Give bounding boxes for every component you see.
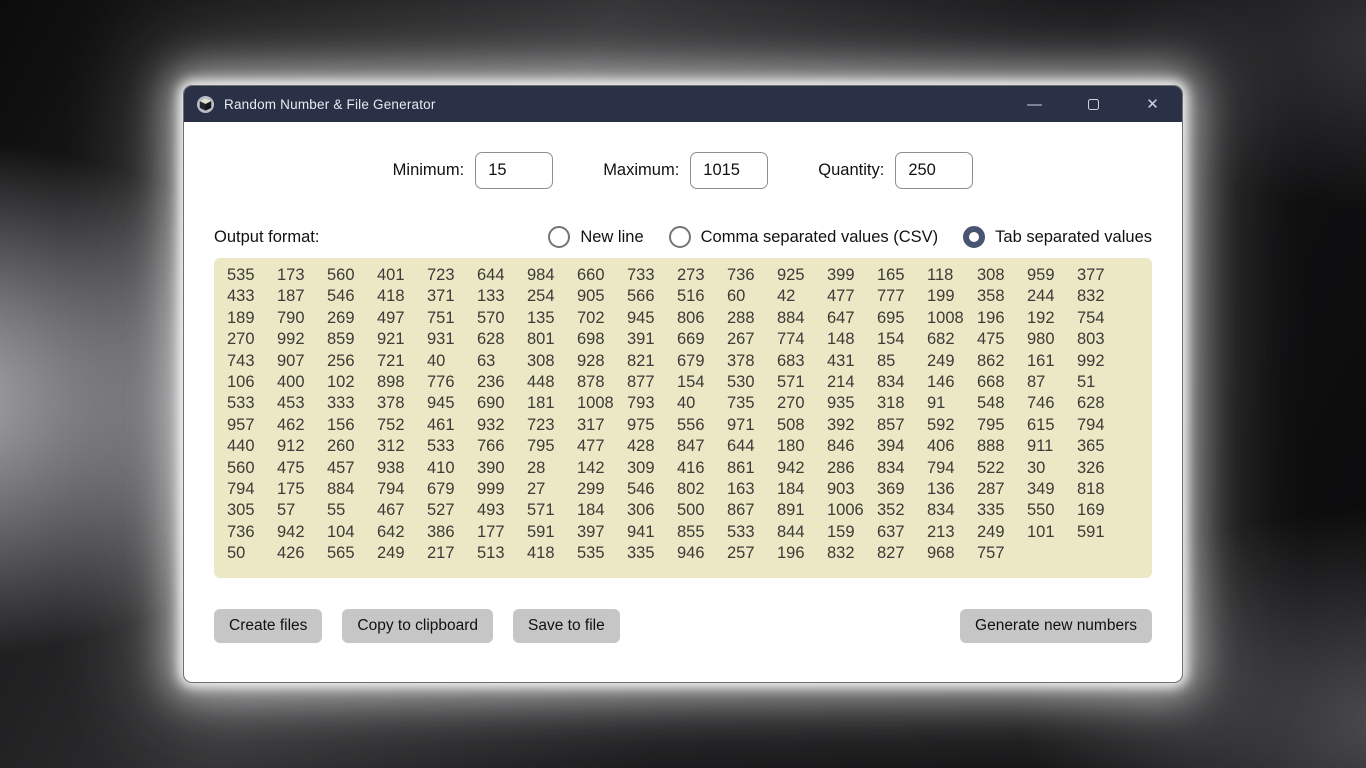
minimize-icon: — [1027,95,1042,113]
app-window: Random Number & File Generator — ✕ Minim… [183,85,1183,683]
maximize-icon [1088,98,1099,110]
quantity-input[interactable] [895,152,974,189]
radio-new-line-label: New line [580,227,644,246]
save-to-file-button[interactable]: Save to file [513,609,620,643]
number-row: 433 187 546 418 371 133 254 905 566 516 … [227,287,1105,306]
number-row: 794 175 884 794 679 999 27 299 546 802 1… [227,480,1105,499]
generate-new-numbers-button[interactable]: Generate new numbers [960,609,1152,643]
number-row: 743 907 256 721 40 63 308 928 821 679 37… [227,351,1105,370]
maximize-button[interactable] [1064,86,1123,122]
radio-new-line[interactable]: New line [548,226,644,248]
number-row: 106 400 102 898 776 236 448 878 877 154 … [227,373,1096,392]
radio-tab-separated[interactable]: Tab separated values [963,226,1152,248]
window-controls: — ✕ [1005,86,1182,122]
number-row: 533 453 333 378 945 690 181 1008 793 40 … [227,394,1105,413]
number-row: 270 992 859 921 931 628 801 698 391 669 … [227,330,1105,349]
quantity-field-group: Quantity: [818,152,974,189]
range-fields: Minimum: Maximum: Quantity: [184,152,1182,189]
minimum-input[interactable] [475,152,554,189]
title-bar: Random Number & File Generator — ✕ [184,86,1182,122]
radio-tab-separated-icon [963,226,986,248]
minimize-button[interactable]: — [1005,86,1064,122]
number-row: 189 790 269 497 751 570 135 702 945 806 … [227,308,1105,327]
output-format-options: New line Comma separated values (CSV) Ta… [548,226,1152,248]
radio-csv-label: Comma separated values (CSV) [700,227,939,246]
window-title: Random Number & File Generator [224,96,436,112]
number-row: 440 912 260 312 533 766 795 477 428 847 … [227,437,1105,456]
number-row: 50 426 565 249 217 513 418 535 335 946 2… [227,544,1005,563]
minimum-field-group: Minimum: [393,152,554,189]
number-row: 736 942 104 642 386 177 591 397 941 855 … [227,522,1105,541]
number-row: 305 57 55 467 527 493 571 184 306 500 86… [227,501,1105,520]
radio-new-line-icon [548,226,571,248]
number-row: 957 462 156 752 461 932 723 317 975 556 … [227,415,1105,434]
number-row: 535 173 560 401 723 644 984 660 733 273 … [227,266,1105,284]
numbers-output-area[interactable]: 535 173 560 401 723 644 984 660 733 273 … [214,258,1152,578]
maximum-input[interactable] [690,152,769,189]
quantity-label: Quantity: [818,161,885,179]
radio-csv-icon [668,226,691,248]
app-icon [196,95,215,113]
action-buttons: Create files Copy to clipboard Save to f… [214,609,1152,643]
radio-csv[interactable]: Comma separated values (CSV) [668,226,939,248]
close-button[interactable]: ✕ [1123,86,1182,122]
minimum-label: Minimum: [392,161,465,179]
copy-to-clipboard-button[interactable]: Copy to clipboard [342,609,494,643]
output-format-row: Output format: New line Comma separated … [214,226,1152,248]
number-row: 560 475 457 938 410 390 28 142 309 416 8… [227,458,1105,477]
maximum-label: Maximum: [603,161,680,179]
maximum-field-group: Maximum: [603,152,769,189]
create-files-button[interactable]: Create files [214,609,323,643]
radio-tab-separated-label: Tab separated values [995,227,1152,246]
output-format-label: Output format: [214,227,320,246]
close-icon: ✕ [1146,96,1159,113]
